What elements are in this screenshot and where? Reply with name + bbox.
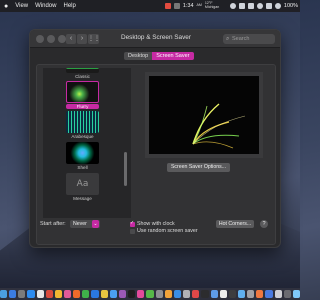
dock-app-icon[interactable] (18, 290, 26, 298)
screen-saver-label: Classic (75, 74, 90, 79)
dock-app-icon[interactable] (109, 290, 117, 298)
dock-app-icon[interactable] (237, 290, 246, 298)
dock-app-icon[interactable] (45, 290, 53, 298)
dock-app-icon[interactable] (274, 290, 282, 298)
dock-app-icon[interactable] (100, 290, 108, 298)
menu-bar: ● View Window Help 1:34 AM 12°F Michigan… (0, 0, 300, 12)
dock-app-icon[interactable] (164, 290, 172, 298)
dock-app-icon[interactable] (265, 290, 273, 298)
classic-thumb (66, 68, 99, 73)
time-machine-icon[interactable] (256, 3, 263, 9)
dock-app-icon[interactable] (256, 290, 264, 298)
zoom-window-button[interactable] (58, 35, 66, 43)
menu-help[interactable]: Help (63, 3, 75, 9)
menu-window[interactable]: Window (35, 3, 56, 9)
dock-app-icon[interactable] (192, 290, 200, 298)
screen-saver-item-shell[interactable]: Shell (66, 142, 99, 170)
chevron-down-icon: ⌄ (92, 220, 99, 228)
start-after-select[interactable]: Never ⌄ (70, 220, 100, 228)
show-all-grid-icon[interactable]: ⋮⋮ (88, 34, 100, 44)
status-app-icon[interactable] (173, 3, 180, 9)
tab-screen-saver[interactable]: Screen Saver (152, 52, 194, 60)
menu-clock-ampm: AM (196, 3, 202, 8)
show-with-clock-label: Show with clock (137, 221, 175, 227)
hot-corners-button[interactable]: Hot Corners... (216, 220, 254, 228)
screen-saver-list[interactable]: Classic Flurry Arabesque Shell Aa Messag… (43, 68, 131, 218)
search-placeholder: Search (232, 36, 250, 42)
dock-app-icon[interactable] (283, 290, 291, 298)
pane-tabs: Desktop Screen Saver (124, 52, 194, 60)
help-button[interactable]: ? (260, 220, 268, 228)
screen-saver-item-classic[interactable]: Classic (66, 68, 99, 79)
apple-menu-icon[interactable]: ● (4, 3, 8, 10)
dock-app-icon[interactable] (54, 290, 63, 298)
dock-app-icon[interactable] (219, 290, 227, 298)
start-after-label: Start after: (40, 221, 66, 227)
battery-percent[interactable]: 100% (284, 3, 298, 9)
shell-thumb (66, 142, 99, 164)
show-with-clock-checkbox[interactable] (130, 220, 135, 227)
arabesque-thumb (66, 111, 99, 133)
dock-app-icon[interactable] (201, 290, 209, 298)
dock-app-icon[interactable] (137, 290, 145, 298)
screen-saver-label: Message (73, 196, 92, 201)
dock-app-icon[interactable] (9, 290, 17, 298)
dock-app-icon[interactable] (36, 290, 44, 298)
search-field[interactable]: ⌕ Search (223, 34, 275, 44)
dock-app-icon[interactable] (228, 290, 236, 298)
weather-widget[interactable]: 12°F Michigan (205, 1, 227, 10)
screen-saver-item-flurry[interactable]: Flurry (66, 81, 99, 109)
dock-app-icon[interactable] (146, 290, 154, 298)
screen-saver-label: Flurry (66, 104, 99, 109)
bluetooth-icon[interactable] (229, 3, 236, 9)
dock-app-icon[interactable] (82, 290, 90, 298)
dock-app-icon[interactable] (155, 290, 163, 298)
dock-app-icon[interactable] (27, 290, 35, 298)
random-screen-saver-label: Use random screen saver (137, 228, 198, 234)
dock-app-icon[interactable] (0, 290, 8, 298)
screen-saver-item-message[interactable]: Aa Message (66, 173, 99, 201)
dropbox-icon[interactable] (247, 3, 254, 9)
message-thumb: Aa (66, 173, 99, 195)
dock (0, 288, 301, 300)
flurry-thumb (66, 81, 99, 103)
minimize-window-button[interactable] (47, 35, 55, 43)
wifi-icon[interactable] (265, 3, 272, 9)
dock-app-icon[interactable] (292, 290, 301, 298)
screen-saver-preview (149, 76, 259, 154)
list-scrollbar[interactable] (124, 152, 127, 186)
system-preferences-window: ‹ › ⋮⋮ Desktop & Screen Saver ⌕ Search D… (29, 29, 281, 248)
dock-app-icon[interactable] (210, 290, 218, 298)
screen-saver-pane: Classic Flurry Arabesque Shell Aa Messag… (36, 64, 276, 245)
dock-app-icon[interactable] (118, 290, 127, 298)
menu-bar-extras: 1:34 AM 12°F Michigan 100% (164, 0, 298, 12)
title-bar: ‹ › ⋮⋮ Desktop & Screen Saver ⌕ Search (30, 30, 280, 48)
screen-saver-item-arabesque[interactable]: Arabesque (66, 111, 99, 139)
menu-clock[interactable]: 1:34 (183, 3, 194, 9)
preview-area (145, 72, 263, 158)
start-after-value: Never (73, 221, 87, 227)
search-icon: ⌕ (226, 36, 230, 42)
forward-button[interactable]: › (77, 34, 87, 44)
dock-app-icon[interactable] (173, 290, 182, 298)
back-button[interactable]: ‹ (66, 34, 76, 44)
random-screen-saver-checkbox[interactable] (130, 229, 135, 234)
screen-saver-label: Arabesque (71, 134, 94, 139)
dock-app-icon[interactable] (64, 290, 72, 298)
dock-app-icon[interactable] (91, 290, 99, 298)
dock-app-icon[interactable] (73, 290, 81, 298)
close-window-button[interactable] (36, 35, 44, 43)
display-icon[interactable] (238, 3, 245, 9)
menu-view[interactable]: View (15, 3, 28, 9)
screen-saver-options-button[interactable]: Screen Saver Options... (167, 163, 230, 172)
dock-app-icon[interactable] (128, 290, 136, 298)
status-record-icon[interactable] (164, 3, 171, 9)
window-title: Desktop & Screen Saver (121, 34, 191, 41)
volume-icon[interactable] (274, 3, 281, 9)
screen-saver-label: Shell (77, 165, 88, 170)
flurry-streaks-image (192, 103, 246, 149)
dock-app-icon[interactable] (247, 290, 255, 298)
dock-app-icon[interactable] (183, 290, 191, 298)
tab-desktop[interactable]: Desktop (124, 52, 153, 60)
